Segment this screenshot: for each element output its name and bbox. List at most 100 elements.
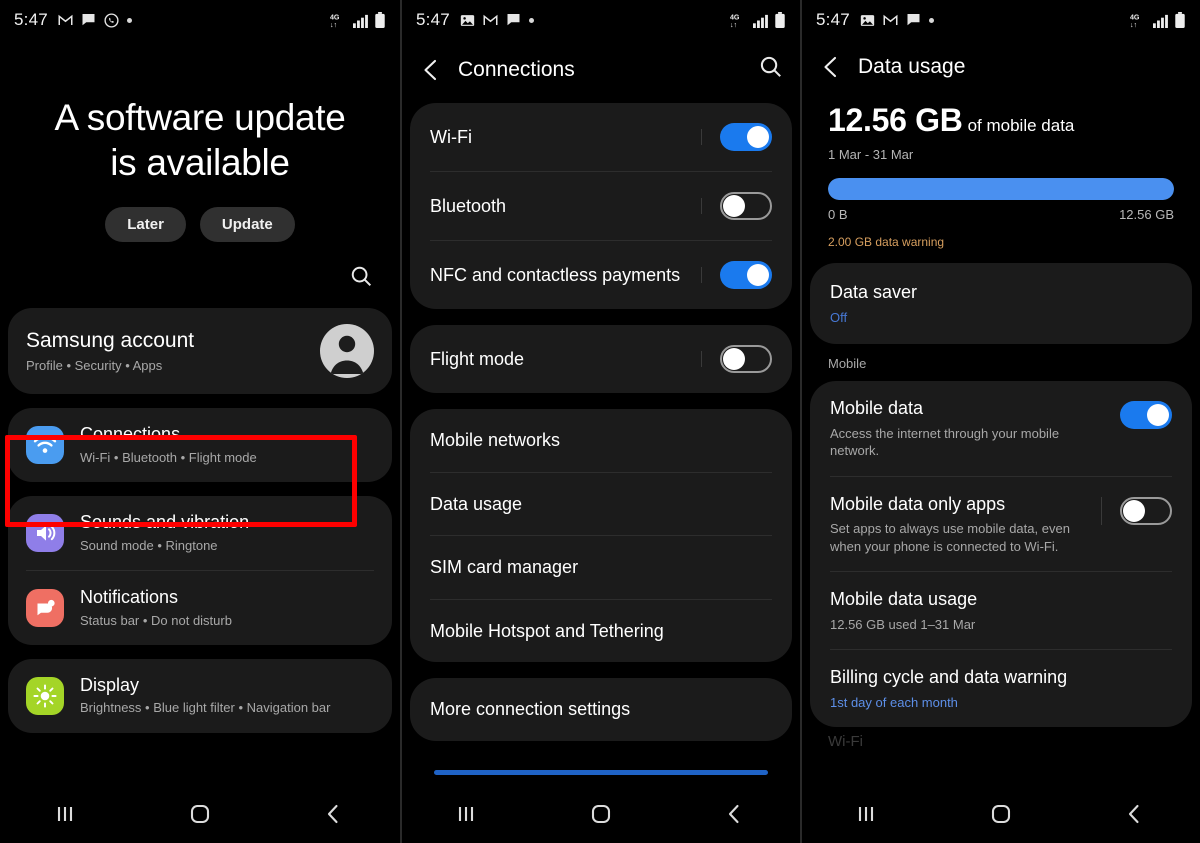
sidebar-item-notifications[interactable]: Notifications Status bar • Do not distur… [8, 571, 392, 645]
gmail-icon [483, 14, 498, 26]
search-icon[interactable] [758, 54, 784, 85]
three-phone-screenshots: 5:47 4G ↓↑ A software update is availabl… [0, 0, 1200, 843]
list-item-sim-card-manager[interactable]: SIM card manager [410, 536, 792, 599]
recents-icon[interactable] [438, 794, 498, 834]
back-icon[interactable] [1104, 794, 1164, 834]
back-icon[interactable] [704, 794, 764, 834]
data-usage-scale: 0 B 12.56 GB [828, 207, 1174, 222]
status-system-icons: 4G ↓↑ [730, 11, 786, 29]
toggle-knob [1147, 404, 1169, 427]
list-item-label: Data usage [430, 493, 523, 514]
navigation-bar [402, 785, 800, 843]
list-item-mobile-hotspot[interactable]: Mobile Hotspot and Tethering [410, 600, 792, 663]
list-item-label: Mobile data usage [830, 589, 978, 610]
list-item-label: Mobile data [830, 398, 924, 419]
connections-group-more: More connection settings [410, 678, 792, 741]
status-system-icons: 4G ↓↑ [1130, 11, 1186, 29]
update-button[interactable]: Update [199, 207, 295, 243]
search-icon[interactable] [349, 264, 374, 294]
battery-icon [374, 11, 386, 29]
bluetooth-toggle[interactable] [720, 192, 772, 220]
flight-mode-toggle[interactable] [720, 345, 772, 373]
divider [701, 129, 702, 145]
account-row[interactable]: Samsung account Profile • Security • App… [8, 308, 392, 394]
nfc-toggle[interactable] [720, 261, 772, 289]
status-time: 5:47 [416, 10, 450, 29]
toggle-knob [747, 126, 769, 148]
settings-cards: Samsung account Profile • Security • App… [0, 308, 400, 733]
divider [701, 198, 702, 214]
data-usage-summary: 12.56 GB of mobile data 1 Mar - 31 Mar 0 … [802, 98, 1200, 249]
list-item-mobile-networks[interactable]: Mobile networks [410, 409, 792, 472]
network-4g-icon: 4G ↓↑ [330, 12, 347, 29]
home-icon[interactable] [971, 794, 1031, 834]
data-usage-date-range: 1 Mar - 31 Mar [828, 147, 914, 162]
brightness-icon [26, 676, 64, 715]
notifications-text: Notifications Status bar • Do not distur… [80, 587, 374, 629]
avatar[interactable] [320, 324, 374, 379]
data-saver-card[interactable]: Data saver Off [810, 263, 1192, 345]
home-icon[interactable] [571, 794, 631, 834]
list-item-sublabel: 12.56 GB used 1–31 Mar [830, 616, 976, 632]
list-item-data-saver[interactable]: Data saver Off [810, 263, 1192, 344]
list-item-mobile-data[interactable]: Mobile data Access the internet through … [810, 381, 1192, 476]
back-icon[interactable] [303, 794, 363, 834]
home-icon[interactable] [170, 794, 230, 834]
data-usage-amount: 12.56 GB [828, 102, 963, 138]
recents-icon[interactable] [37, 794, 97, 834]
sidebar-item-sublabel: Brightness • Blue light filter • Navigat… [80, 700, 331, 716]
samsung-account-card[interactable]: Samsung account Profile • Security • App… [8, 308, 392, 395]
network-4g-icon: 4G ↓↑ [730, 12, 747, 29]
list-item-more-connection-settings[interactable]: More connection settings [410, 678, 792, 741]
sidebar-item-connections[interactable]: Connections Wi-Fi • Bluetooth • Flight m… [8, 408, 392, 482]
list-item-nfc[interactable]: NFC and contactless payments [410, 241, 792, 309]
recents-icon[interactable] [838, 794, 898, 834]
app-bar: Data usage [802, 40, 1200, 98]
settings-card-display[interactable]: Display Brightness • Blue light filter •… [8, 658, 392, 733]
data-saver-status: Off [830, 309, 848, 325]
back-chevron-icon[interactable] [818, 54, 844, 80]
mobile-data-toggle[interactable] [1120, 401, 1172, 430]
list-item-flight-mode[interactable]: Flight mode [410, 325, 792, 393]
sidebar-item-label: Sounds and vibration [80, 512, 250, 533]
wifi-toggle[interactable] [720, 123, 772, 151]
back-chevron-icon[interactable] [418, 57, 444, 83]
mobile-data-text: Mobile data Access the internet through … [830, 397, 1108, 460]
list-item-bluetooth[interactable]: Bluetooth [410, 172, 792, 240]
update-actions: Later Update [24, 207, 376, 243]
svg-text:↓↑: ↓↑ [730, 21, 737, 29]
connections-group-flight: Flight mode [410, 325, 792, 393]
status-bar: 5:47 4G ↓↑ [802, 0, 1200, 40]
sidebar-item-label: Display [80, 674, 140, 695]
status-bar: 5:47 4G ↓↑ [402, 0, 800, 40]
gmail-icon [883, 14, 898, 26]
list-item-label: Flight mode [430, 348, 525, 369]
sidebar-item-sounds[interactable]: Sounds and vibration Sound mode • Ringto… [8, 496, 392, 570]
list-item-billing-cycle[interactable]: Billing cycle and data warning 1st day o… [810, 650, 1192, 727]
settings-card-connections[interactable]: Connections Wi-Fi • Bluetooth • Flight m… [8, 408, 392, 483]
list-item-mobile-data-usage[interactable]: Mobile data usage 12.56 GB used 1–31 Mar [810, 572, 1192, 649]
list-item-sublabel: Set apps to always use mobile data, even… [830, 521, 1070, 554]
mobile-data-only-apps-toggle[interactable] [1120, 496, 1172, 525]
software-update-banner: A software update is available Later Upd… [0, 40, 400, 243]
later-button[interactable]: Later [105, 207, 186, 243]
data-warning-label: 2.00 GB data warning [828, 235, 945, 249]
mobile-settings-card: Mobile data Access the internet through … [810, 381, 1192, 728]
display-text: Display Brightness • Blue light filter •… [80, 675, 374, 717]
signal-bars-icon [1152, 13, 1169, 28]
account-text: Samsung account Profile • Security • App… [26, 329, 320, 373]
speaker-icon [26, 514, 64, 553]
status-bar: 5:47 4G ↓↑ [0, 0, 400, 40]
sidebar-item-display[interactable]: Display Brightness • Blue light filter •… [8, 659, 392, 733]
list-item-mobile-data-only-apps[interactable]: Mobile data only apps Set apps to always… [810, 477, 1192, 572]
connections-group-toggles: Wi-Fi Bluetooth NFC and contactless paym… [410, 103, 792, 309]
svg-text:↓↑: ↓↑ [330, 21, 337, 29]
list-item-data-usage[interactable]: Data usage [410, 473, 792, 536]
list-item-wifi[interactable]: Wi-Fi [410, 103, 792, 171]
whatsapp-icon [104, 12, 119, 28]
gmail-icon [58, 14, 73, 26]
connections-text: Connections Wi-Fi • Bluetooth • Flight m… [80, 424, 374, 466]
status-system-icons: 4G ↓↑ [330, 11, 386, 29]
notification-bubble-icon [26, 588, 64, 627]
update-title-line1: A software update [54, 97, 346, 138]
